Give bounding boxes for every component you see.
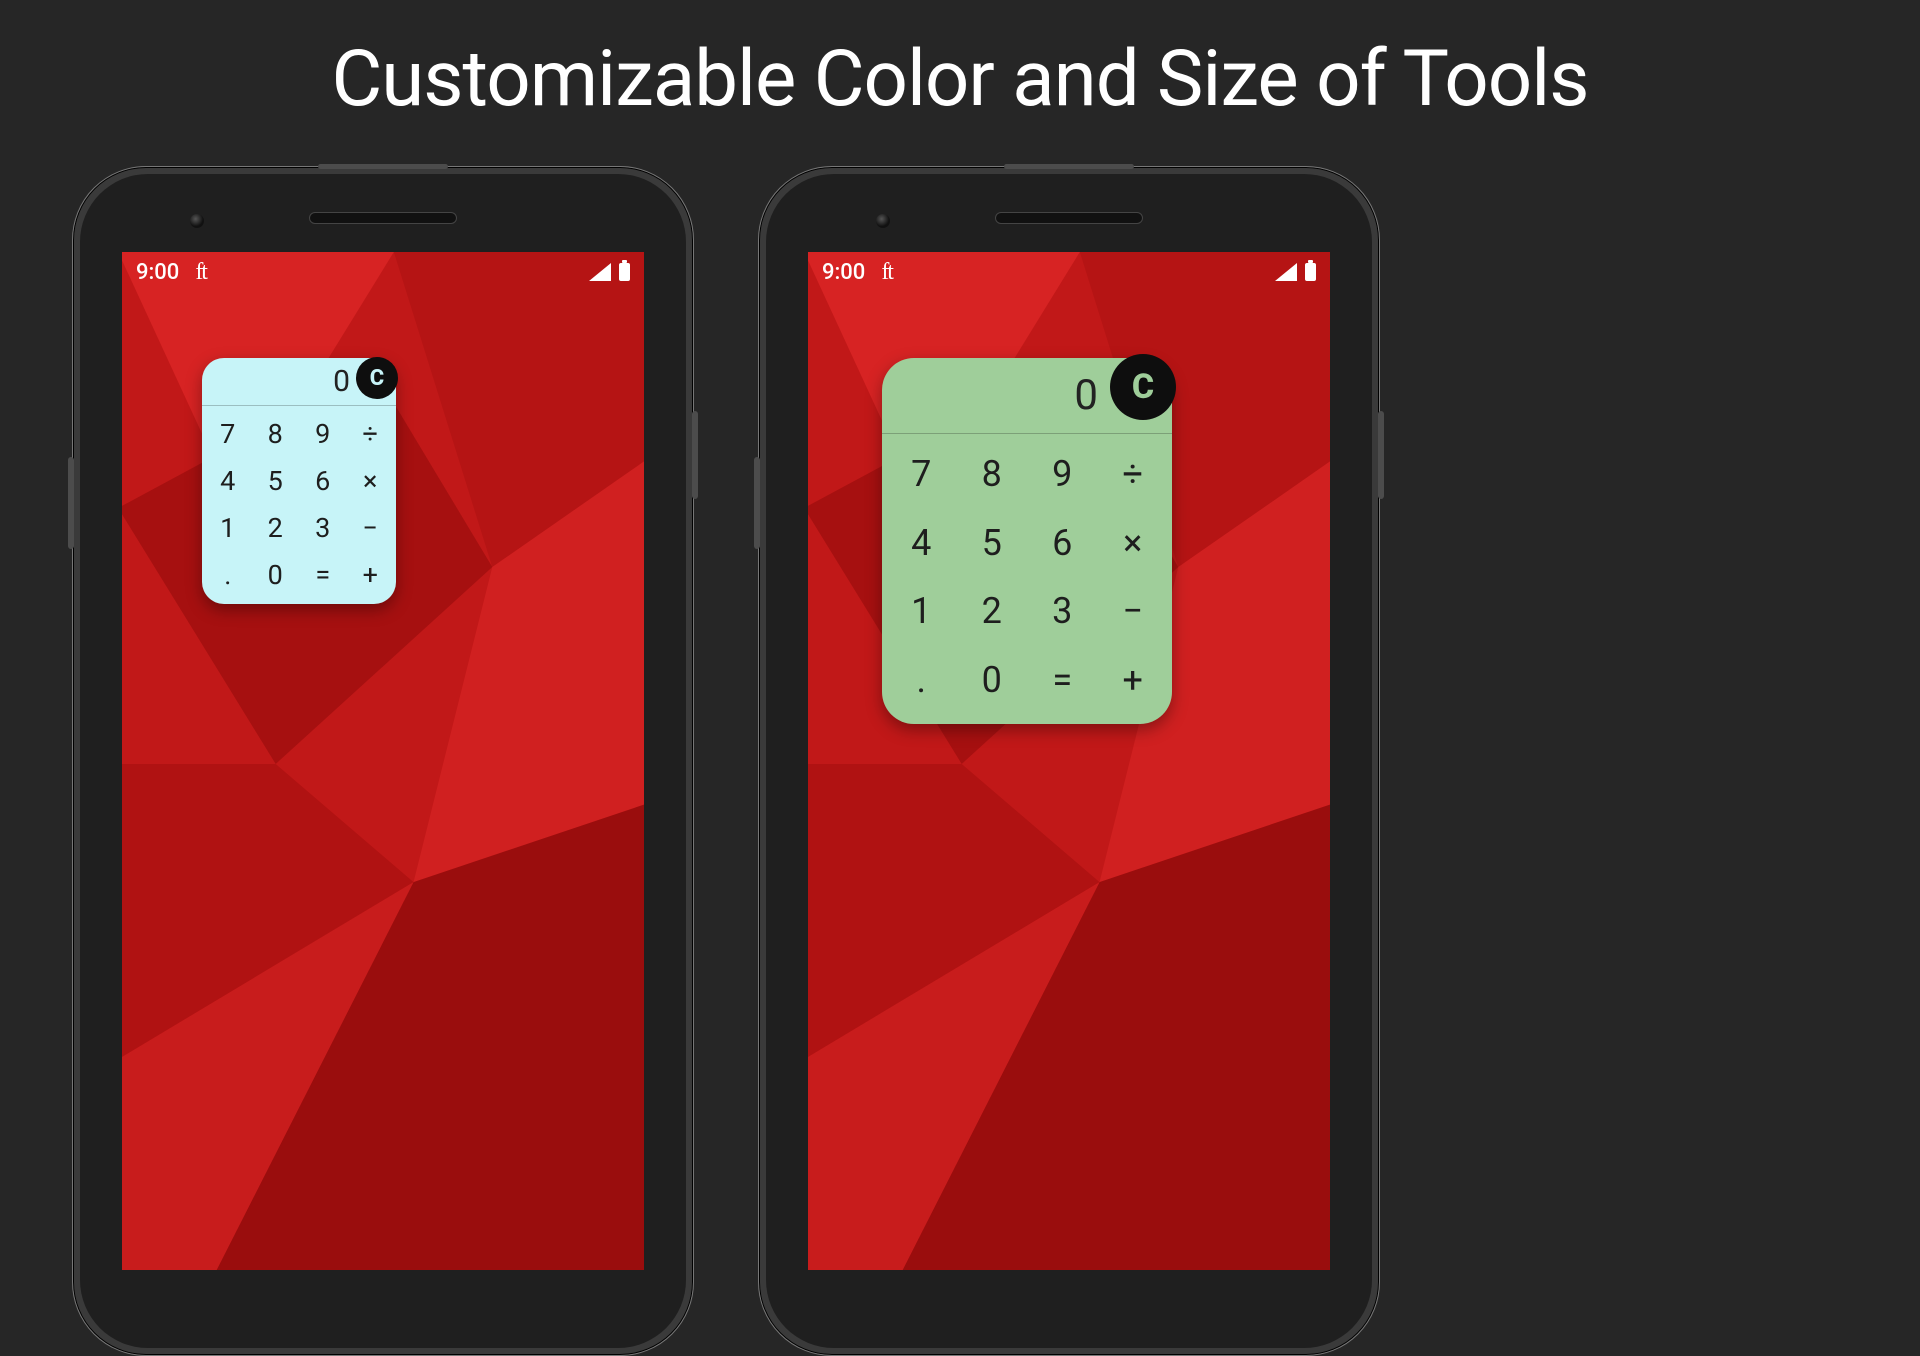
key-9[interactable]: 9: [299, 410, 347, 457]
key-2[interactable]: 2: [957, 577, 1028, 646]
key-8[interactable]: 8: [957, 440, 1028, 509]
key-divide[interactable]: ÷: [347, 410, 395, 457]
phone-top-notch: [318, 164, 448, 169]
phone-screen: 9:00 ft C 0 7: [808, 252, 1330, 1270]
display-value: 0: [1074, 371, 1098, 420]
status-bar: 9:00 ft: [808, 252, 1330, 292]
key-2[interactable]: 2: [252, 504, 300, 551]
battery-icon: [619, 263, 630, 281]
battery-icon: [1305, 263, 1316, 281]
phone-mock-left: 9:00 ft C 0 7: [72, 166, 694, 1356]
volume-button: [754, 457, 760, 549]
calculator-widget-small[interactable]: C 0 7 8 9 ÷ 4 5 6 × 1 2: [202, 358, 396, 604]
key-plus[interactable]: +: [347, 551, 395, 598]
clear-label: C: [370, 366, 384, 391]
key-8[interactable]: 8: [252, 410, 300, 457]
power-button: [692, 411, 698, 499]
key-multiply[interactable]: ×: [347, 457, 395, 504]
speaker-grille: [309, 212, 457, 224]
key-decimal[interactable]: .: [204, 551, 252, 598]
key-4[interactable]: 4: [204, 457, 252, 504]
key-divide[interactable]: ÷: [1098, 440, 1169, 509]
display-value: 0: [333, 364, 350, 399]
key-minus[interactable]: −: [1098, 577, 1169, 646]
key-3[interactable]: 3: [299, 504, 347, 551]
clear-label: C: [1132, 367, 1154, 407]
key-6[interactable]: 6: [299, 457, 347, 504]
clear-button[interactable]: C: [356, 357, 398, 399]
key-plus[interactable]: +: [1098, 646, 1169, 715]
signal-icon: [589, 263, 611, 281]
key-multiply[interactable]: ×: [1098, 509, 1169, 578]
signal-icon: [1275, 263, 1297, 281]
app-icon: ft: [195, 259, 206, 286]
key-equals[interactable]: =: [299, 551, 347, 598]
phone-mock-right: 9:00 ft C 0 7: [758, 166, 1380, 1356]
phone-screen: 9:00 ft C 0 7: [122, 252, 644, 1270]
calculator-keypad: 7 8 9 ÷ 4 5 6 × 1 2 3 − . 0 =: [882, 434, 1172, 724]
key-0[interactable]: 0: [957, 646, 1028, 715]
key-7[interactable]: 7: [886, 440, 957, 509]
phone-frame: 9:00 ft C 0 7: [72, 166, 694, 1356]
front-camera: [190, 214, 204, 228]
speaker-grille: [995, 212, 1143, 224]
status-time: 9:00: [822, 260, 865, 285]
key-4[interactable]: 4: [886, 509, 957, 578]
clear-button[interactable]: C: [1110, 354, 1176, 420]
phone-top-notch: [1004, 164, 1134, 169]
status-time: 9:00: [136, 260, 179, 285]
key-5[interactable]: 5: [957, 509, 1028, 578]
key-7[interactable]: 7: [204, 410, 252, 457]
calculator-widget-large[interactable]: C 0 7 8 9 ÷ 4 5 6 × 1 2: [882, 358, 1172, 724]
status-bar: 9:00 ft: [122, 252, 644, 292]
key-1[interactable]: 1: [204, 504, 252, 551]
calculator-keypad: 7 8 9 ÷ 4 5 6 × 1 2 3 − . 0 =: [202, 406, 396, 604]
page-title: Customizable Color and Size of Tools: [0, 34, 1920, 125]
volume-button: [68, 457, 74, 549]
front-camera: [876, 214, 890, 228]
power-button: [1378, 411, 1384, 499]
key-0[interactable]: 0: [252, 551, 300, 598]
key-5[interactable]: 5: [252, 457, 300, 504]
phone-frame: 9:00 ft C 0 7: [758, 166, 1380, 1356]
key-6[interactable]: 6: [1027, 509, 1098, 578]
key-1[interactable]: 1: [886, 577, 957, 646]
key-9[interactable]: 9: [1027, 440, 1098, 509]
key-equals[interactable]: =: [1027, 646, 1098, 715]
key-decimal[interactable]: .: [886, 646, 957, 715]
key-3[interactable]: 3: [1027, 577, 1098, 646]
key-minus[interactable]: −: [347, 504, 395, 551]
app-icon: ft: [881, 259, 892, 286]
